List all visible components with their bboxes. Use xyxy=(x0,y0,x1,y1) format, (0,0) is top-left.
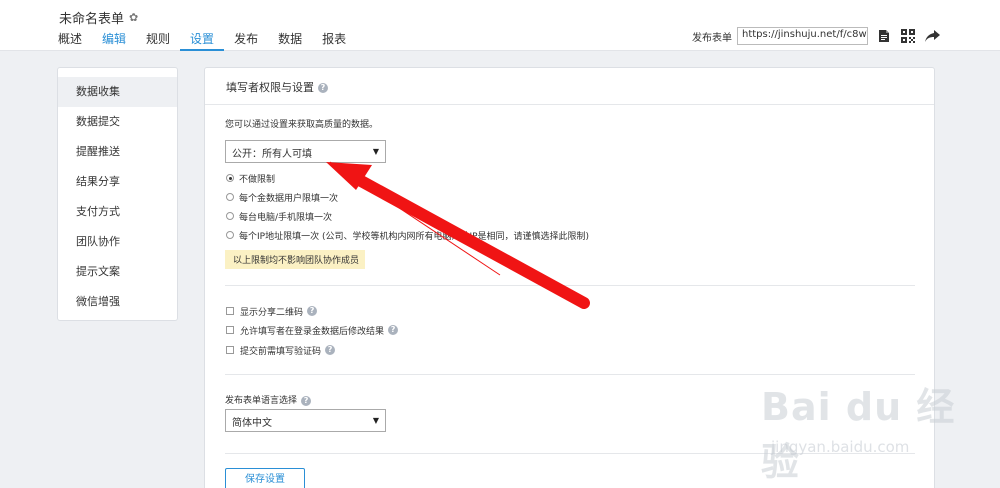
radio-per-user[interactable]: 每个金数据用户限填一次 xyxy=(226,189,338,205)
caret-down-icon: ▼ xyxy=(372,147,379,156)
publish-label: 发布表单 xyxy=(692,32,732,44)
checkbox-captcha[interactable]: 提交前需填写验证码 ? xyxy=(226,342,336,358)
radio-per-device[interactable]: 每台电脑/手机限填一次 xyxy=(226,208,332,224)
publish-url-field[interactable]: https://jinshuju.net/f/c8wYuh xyxy=(737,27,868,45)
help-icon[interactable]: ? xyxy=(301,395,312,406)
checkbox-show-qr[interactable]: 显示分享二维码 ? xyxy=(226,303,318,319)
panel-title: 填写者权限与设置 xyxy=(226,81,314,94)
watermark-logo: Bai du 经验 xyxy=(761,385,956,484)
gear-icon[interactable]: ✿ xyxy=(129,11,138,24)
checkbox-label: 允许填写者在登录金数据后修改结果 xyxy=(240,326,385,337)
access-select[interactable]: 公开：所有人可填 ▼ xyxy=(225,140,386,163)
tab-edit[interactable]: 编辑 xyxy=(92,30,136,51)
sidebar-item-payment[interactable]: 支付方式 xyxy=(58,197,177,227)
copy-document-icon[interactable] xyxy=(876,28,892,44)
radio-button[interactable] xyxy=(226,193,234,201)
divider xyxy=(225,285,915,286)
help-icon[interactable]: ? xyxy=(325,345,336,355)
checkbox-allow-edit[interactable]: 允许填写者在登录金数据后修改结果 ? xyxy=(226,322,399,338)
tab-rules[interactable]: 规则 xyxy=(136,30,180,51)
language-label: 发布表单语言选择? xyxy=(225,393,312,406)
radio-label: 不做限制 xyxy=(239,174,276,185)
settings-sidebar: 数据收集 数据提交 提醒推送 结果分享 支付方式 团队协作 提示文案 微信增强 xyxy=(57,67,178,321)
form-title[interactable]: 未命名表单 ✿ xyxy=(59,8,138,27)
radio-per-ip[interactable]: 每个IP地址限填一次 (公司、学校等机构内网所有电脑对外IP是相同，请谨慎选择此… xyxy=(226,227,589,243)
sidebar-item-wechat[interactable]: 微信增强 xyxy=(58,287,177,317)
radio-label: 每个金数据用户限填一次 xyxy=(239,193,339,204)
sidebar-item-reminders[interactable]: 提醒推送 xyxy=(58,137,177,167)
radio-label: 每个IP地址限填一次 (公司、学校等机构内网所有电脑对外IP是相同，请谨慎选择此… xyxy=(239,231,590,242)
language-select[interactable]: 简体中文 ▼ xyxy=(225,409,386,432)
help-icon[interactable]: ? xyxy=(318,83,328,93)
divider xyxy=(225,374,915,375)
checkbox[interactable] xyxy=(226,326,234,334)
tab-reports[interactable]: 报表 xyxy=(312,30,356,51)
checkbox[interactable] xyxy=(226,346,234,354)
checkbox-label: 提交前需填写验证码 xyxy=(240,346,322,357)
checkbox[interactable] xyxy=(226,307,234,315)
radio-button[interactable] xyxy=(226,212,234,220)
form-title-text: 未命名表单 xyxy=(59,12,125,27)
radio-button[interactable] xyxy=(226,231,234,239)
team-notice: 以上限制均不影响团队协作成员 xyxy=(225,250,365,269)
radio-button[interactable] xyxy=(226,174,234,182)
sidebar-item-prompt-text[interactable]: 提示文案 xyxy=(58,257,177,287)
help-icon[interactable]: ? xyxy=(307,306,318,316)
checkbox-label: 显示分享二维码 xyxy=(240,307,304,318)
sidebar-item-data-collection[interactable]: 数据收集 xyxy=(58,77,177,107)
caret-down-icon: ▼ xyxy=(372,416,379,425)
tab-data[interactable]: 数据 xyxy=(268,30,312,51)
language-label-text: 发布表单语言选择 xyxy=(225,396,298,406)
intro-text: 您可以通过设置来获取高质量的数据。 xyxy=(225,120,379,130)
main-tabs: 概述 编辑 规则 设置 发布 数据 报表 xyxy=(48,30,356,51)
sidebar-item-team[interactable]: 团队协作 xyxy=(58,227,177,257)
language-select-value: 简体中文 xyxy=(232,418,272,429)
radio-no-limit[interactable]: 不做限制 xyxy=(226,170,275,186)
access-select-value: 公开：所有人可填 xyxy=(232,149,312,160)
tab-overview[interactable]: 概述 xyxy=(48,30,92,51)
share-arrow-icon[interactable] xyxy=(924,28,940,44)
save-settings-button[interactable]: 保存设置 xyxy=(225,468,305,488)
baidu-watermark: Bai du 经验 jingyan.baidu.com xyxy=(761,376,981,484)
panel-header: 填写者权限与设置? xyxy=(205,68,934,105)
watermark-url: jingyan.baidu.com xyxy=(771,438,910,456)
qr-code-icon[interactable] xyxy=(900,28,916,44)
radio-label: 每台电脑/手机限填一次 xyxy=(239,212,333,223)
publish-area: 发布表单 https://jinshuju.net/f/c8wYuh xyxy=(692,27,940,45)
tab-publish[interactable]: 发布 xyxy=(224,30,268,51)
help-icon[interactable]: ? xyxy=(388,325,399,335)
sidebar-item-data-submit[interactable]: 数据提交 xyxy=(58,107,177,137)
sidebar-item-result-sharing[interactable]: 结果分享 xyxy=(58,167,177,197)
top-bar: 未命名表单 ✿ 概述 编辑 规则 设置 发布 数据 报表 发布表单 https:… xyxy=(0,0,1000,51)
tab-settings[interactable]: 设置 xyxy=(180,30,225,51)
